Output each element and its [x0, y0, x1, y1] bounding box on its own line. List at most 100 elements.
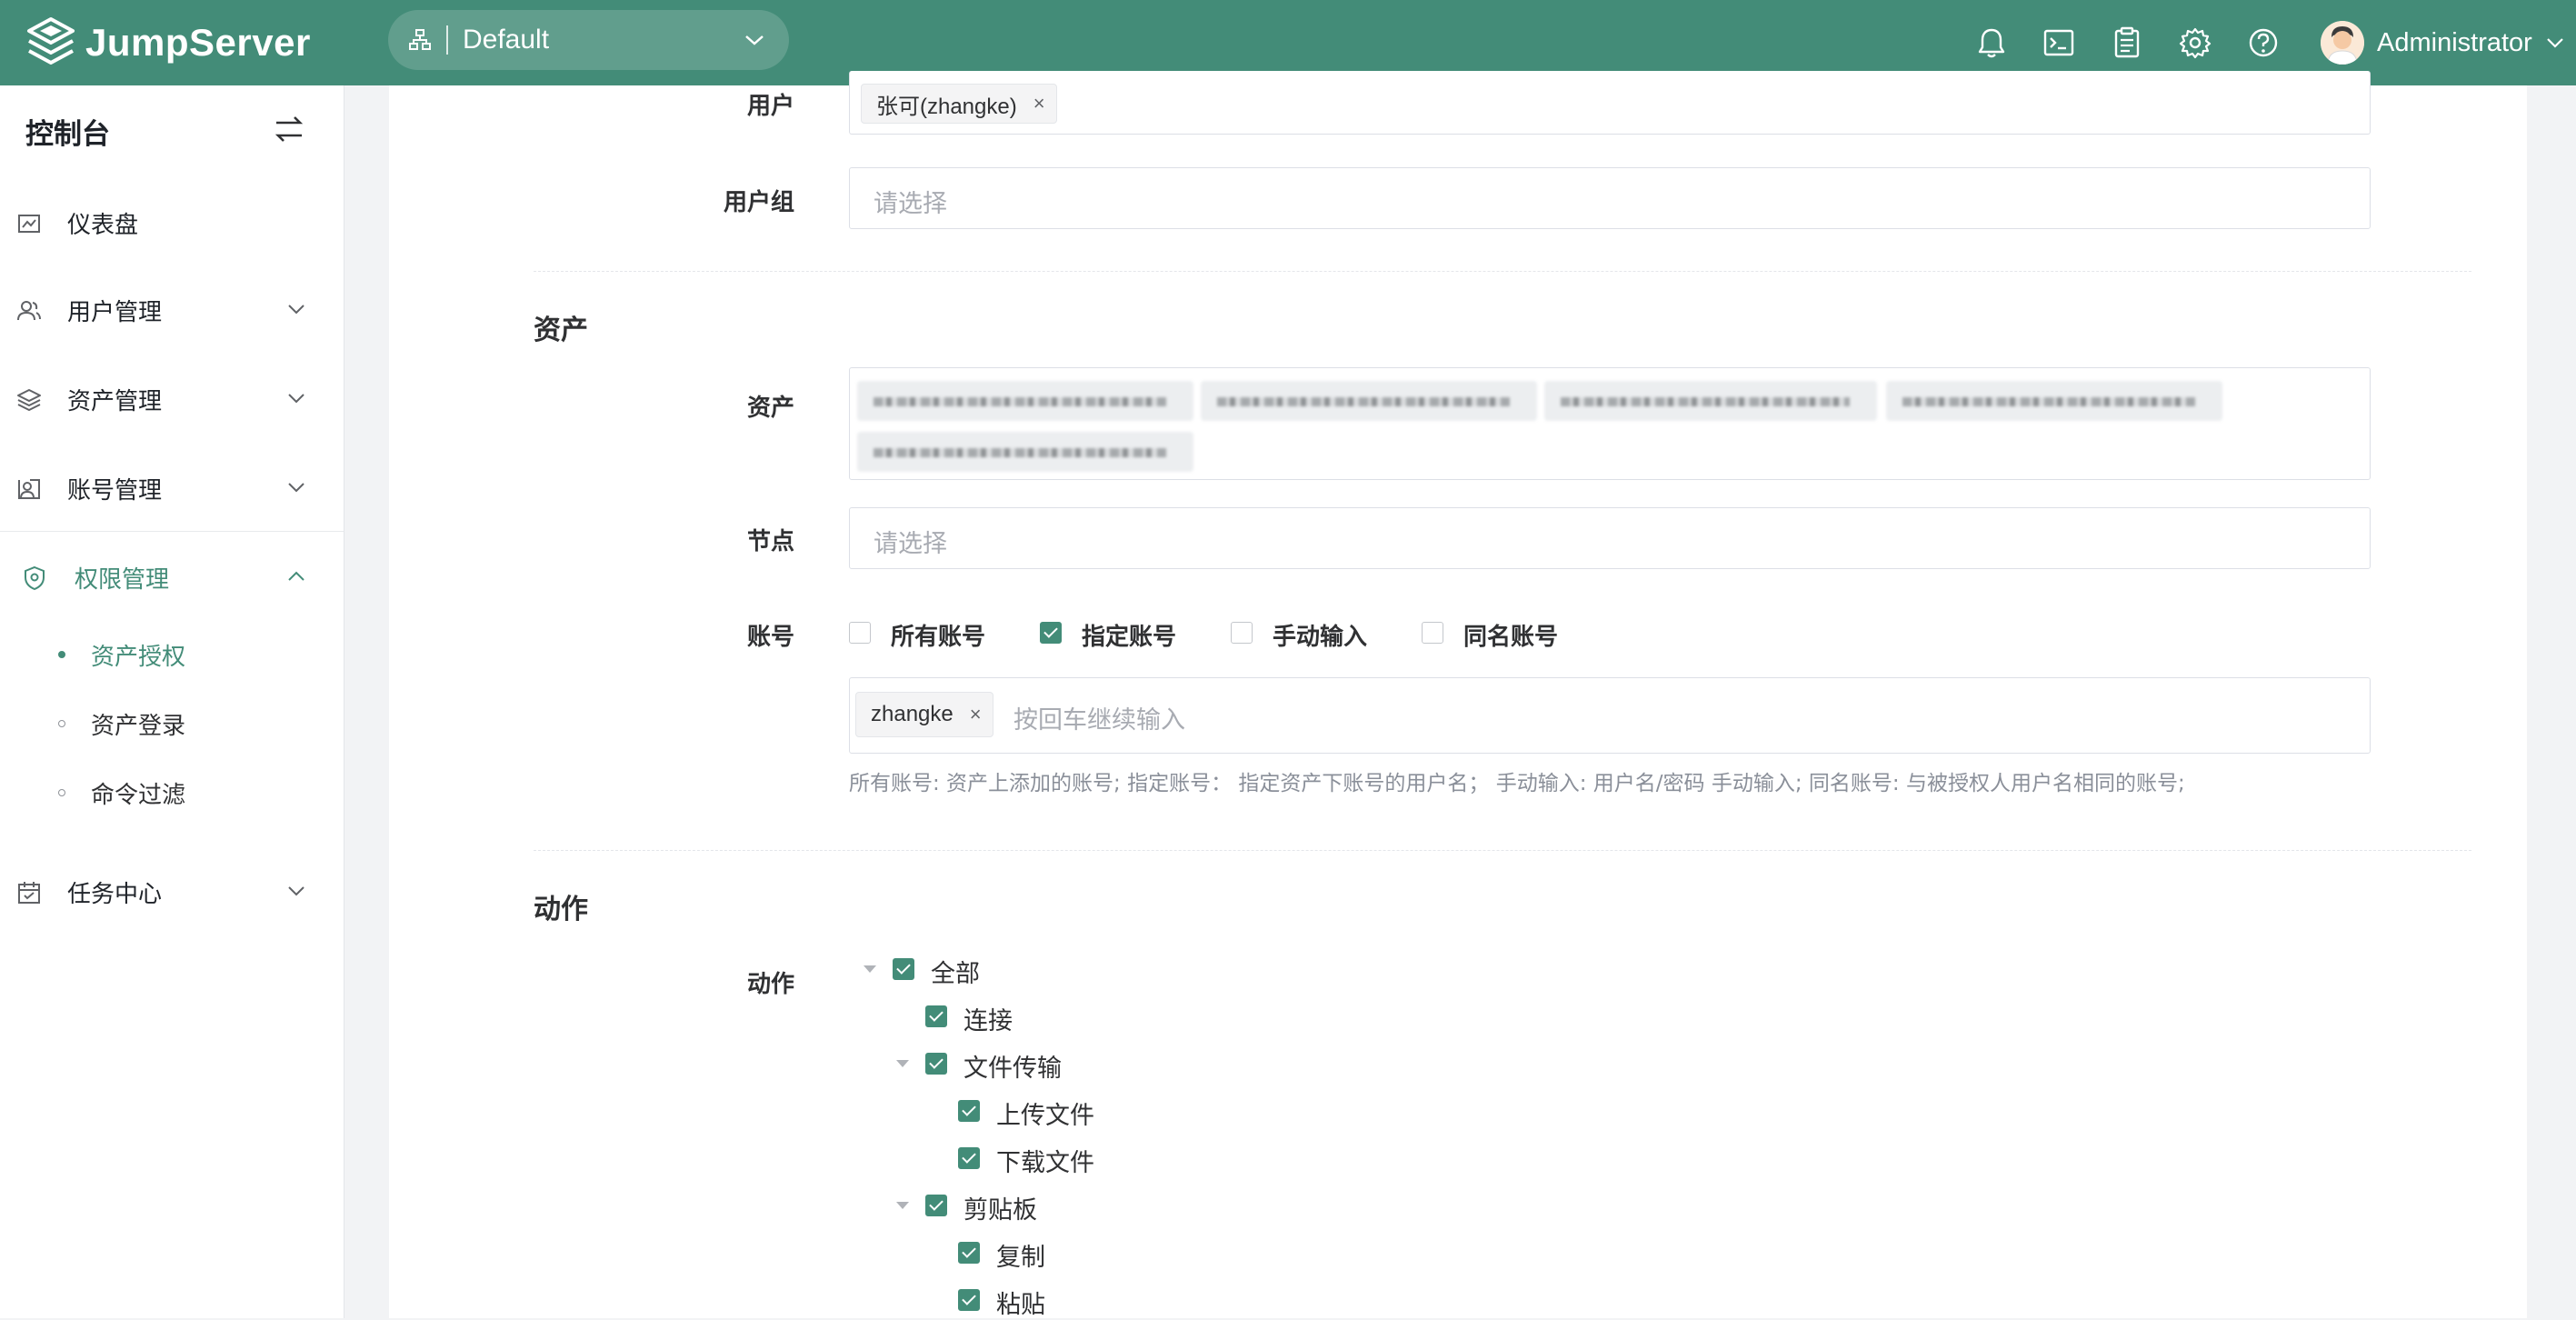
checkbox-label: 所有账号 [891, 624, 986, 651]
sidebar-subitem-asset-permission[interactable]: 资产授权 [0, 629, 344, 680]
user-select[interactable]: 张可(zhangke) × [849, 71, 2371, 135]
asset-section-title: 资产 [534, 315, 588, 346]
user-name: Administrator [2377, 27, 2532, 57]
tree-node-label: 复制 [996, 1244, 1045, 1272]
layers-icon [17, 389, 41, 411]
checkbox-checked[interactable] [925, 1053, 947, 1075]
bullet-dot [58, 789, 65, 796]
chevron-down-icon [2547, 38, 2563, 48]
sidebar-item-label: 账号管理 [67, 476, 163, 505]
tree-expand-icon[interactable] [896, 1060, 909, 1067]
checkbox-checked[interactable] [958, 1100, 980, 1122]
user-group-label: 用户组 [723, 189, 794, 216]
user-group-select[interactable]: 请选择 [849, 167, 2371, 229]
sidebar-subitem-asset-login[interactable]: 资产登录 [0, 698, 344, 749]
user-menu[interactable]: Administrator [2321, 18, 2565, 67]
node-label: 节点 [746, 528, 794, 555]
tree-expand-icon[interactable] [896, 1202, 909, 1209]
user-tag-label: 张可(zhangke) [876, 94, 1017, 119]
checkbox-label: 指定账号 [1082, 624, 1177, 651]
asset-tag-redacted [857, 432, 1193, 472]
sidebar-item-label: 资产管理 [67, 387, 163, 415]
tree-node-label: 下载文件 [996, 1149, 1094, 1177]
asset-tag-redacted [1886, 381, 2222, 421]
user-label: 用户 [746, 93, 794, 120]
tree-expand-icon[interactable] [864, 965, 876, 973]
tree-node-label: 连接 [964, 1007, 1013, 1035]
account-tag: zhangke × [855, 692, 993, 737]
logo[interactable]: JumpServer [25, 15, 311, 71]
sidebar-subitem-command-filter[interactable]: 命令过滤 [0, 767, 344, 818]
checkbox-checked[interactable] [958, 1242, 980, 1264]
sidebar-subitem-label: 资产登录 [91, 712, 186, 740]
checkbox-checked[interactable] [958, 1147, 980, 1169]
sidebar-item-users[interactable]: 用户管理 [0, 283, 344, 337]
checkbox-checked[interactable] [1040, 622, 1062, 644]
tag-close-icon[interactable]: × [970, 703, 982, 726]
asset-tag-redacted [1201, 381, 1537, 421]
asset-select[interactable] [849, 367, 2371, 480]
asset-label: 资产 [746, 395, 794, 422]
terminal-icon[interactable] [2041, 25, 2077, 61]
tree-node-label: 粘贴 [996, 1291, 1045, 1319]
select-separator [446, 25, 448, 55]
section-divider [534, 271, 2471, 272]
action-section-title: 动作 [534, 894, 588, 925]
action-label: 动作 [746, 971, 794, 998]
checkbox-checked[interactable] [925, 1005, 947, 1027]
chevron-up-icon [288, 571, 305, 581]
sidebar-item-dashboard[interactable]: 仪表盘 [0, 195, 344, 250]
clipboard-icon[interactable] [2109, 25, 2145, 61]
asset-tag-redacted [857, 381, 1193, 421]
sidebar: 控制台 仪表盘 用户管理 资产管理 账号管理 权限管理 资产授权 资产登录 命令… [0, 85, 344, 1318]
account-icon [18, 479, 40, 499]
user-tag: 张可(zhangke) × [861, 84, 1057, 124]
checkbox[interactable] [849, 622, 871, 644]
sidebar-title: 控制台 [25, 118, 110, 151]
collapse-toggle-icon[interactable] [271, 113, 307, 145]
sidebar-subitem-label: 资产授权 [91, 643, 186, 671]
avatar [2321, 21, 2364, 65]
chevron-down-icon [288, 483, 305, 493]
chevron-down-icon [745, 35, 764, 45]
organization-select[interactable]: Default [388, 10, 789, 70]
sidebar-item-accounts[interactable]: 账号管理 [0, 461, 344, 515]
calendar-icon [18, 882, 40, 904]
account-tag-input[interactable]: zhangke × 按回车继续输入 [849, 677, 2371, 754]
users-icon [17, 301, 41, 321]
chevron-down-icon [288, 394, 305, 404]
checkbox-label: 手动输入 [1273, 624, 1368, 651]
dashboard-icon [18, 215, 40, 233]
gear-icon[interactable] [2177, 25, 2213, 61]
bullet-dot [58, 651, 65, 658]
asset-tag-redacted [1544, 381, 1877, 421]
org-tree-icon [409, 29, 431, 50]
checkbox[interactable] [1231, 622, 1253, 644]
user-group-placeholder: 请选择 [874, 190, 947, 218]
node-select[interactable]: 请选择 [849, 507, 2371, 569]
checkbox-checked[interactable] [925, 1195, 947, 1216]
brand-name: JumpServer [85, 21, 311, 64]
sidebar-item-label: 任务中心 [67, 880, 163, 908]
tag-close-icon[interactable]: × [1033, 92, 1045, 115]
checkbox[interactable] [1422, 622, 1443, 644]
account-help-text: 所有账号: 资产上添加的账号; 指定账号： 指定资产下账号的用户名； 手动输入:… [849, 772, 2185, 795]
tree-node-label: 全部 [931, 960, 980, 988]
help-icon[interactable] [2245, 25, 2281, 61]
sidebar-item-assets[interactable]: 资产管理 [0, 372, 344, 426]
sidebar-item-label: 权限管理 [75, 565, 170, 594]
sidebar-subitem-label: 命令过滤 [91, 781, 186, 809]
bullet-dot [58, 720, 65, 727]
checkbox-checked[interactable] [893, 958, 914, 980]
bell-icon[interactable] [1973, 25, 2010, 61]
checkbox-label: 同名账号 [1463, 624, 1559, 651]
account-label: 账号 [746, 624, 794, 651]
sidebar-item-label: 仪表盘 [67, 211, 139, 239]
sidebar-item-label: 用户管理 [67, 298, 163, 326]
sidebar-item-tasks[interactable]: 任务中心 [0, 865, 344, 919]
sidebar-item-permissions[interactable]: 权限管理 [0, 550, 344, 605]
tree-node-label: 文件传输 [964, 1055, 1062, 1083]
user-avatar-icon [2321, 21, 2364, 65]
checkbox-checked[interactable] [958, 1289, 980, 1311]
tree-node-label: 剪贴板 [964, 1196, 1037, 1225]
